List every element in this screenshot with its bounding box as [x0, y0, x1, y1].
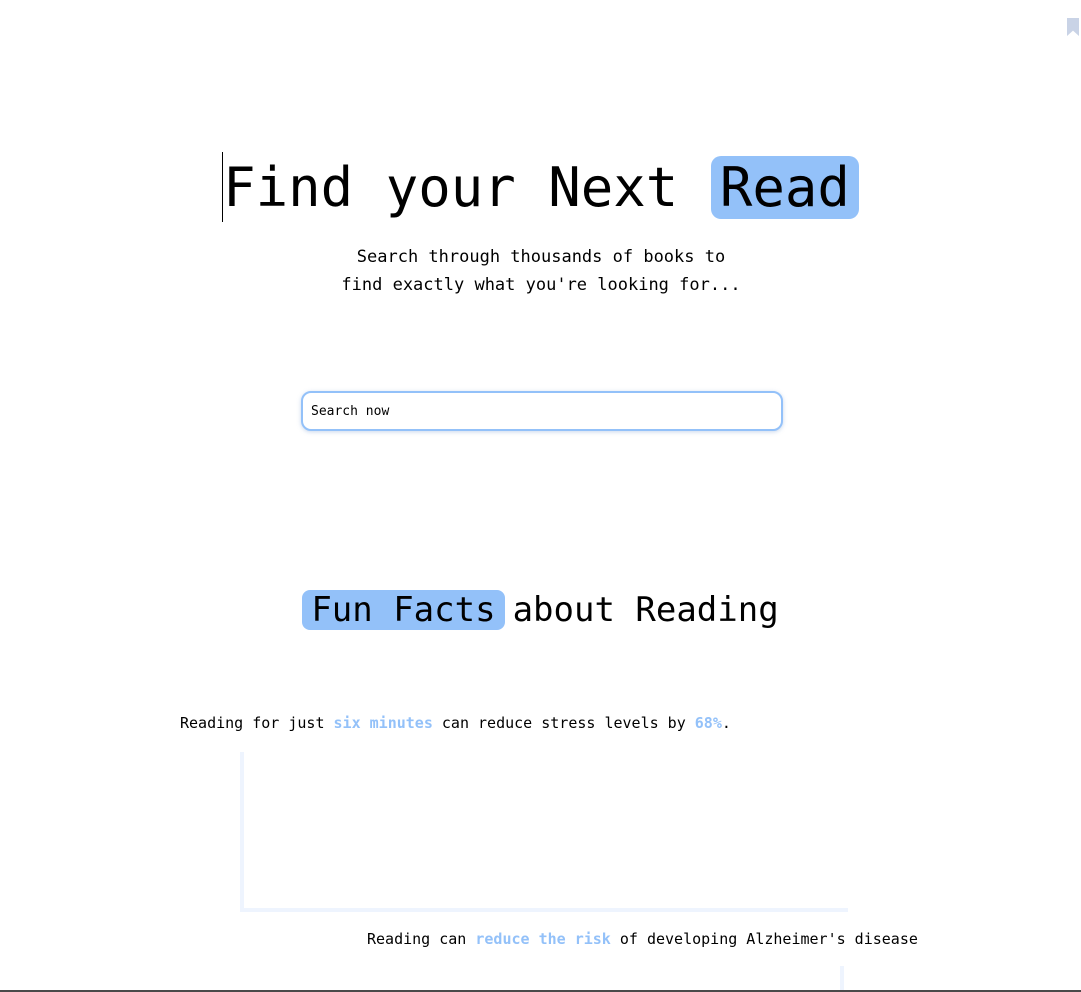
- fact-accent: six minutes: [333, 714, 433, 732]
- decorative-line: [840, 966, 844, 990]
- search-input[interactable]: [303, 393, 771, 429]
- fact-text: can reduce stress levels by: [432, 714, 695, 732]
- fact-item: Reading for just six minutes can reduce …: [180, 713, 731, 733]
- hero-title-text: Find your Next: [223, 156, 711, 219]
- fact-text: Reading for just: [180, 714, 334, 732]
- fact-accent: 68%: [694, 714, 722, 732]
- hero-title-highlight: Read: [710, 156, 859, 219]
- fact-text: .: [721, 714, 731, 732]
- page: Find your Next Read Search through thous…: [0, 0, 1081, 992]
- fact-accent: reduce the risk: [475, 930, 611, 948]
- facts-section-title: Fun Facts about Reading: [0, 588, 1081, 632]
- facts-title-rest: about Reading: [512, 590, 779, 630]
- hero-subtitle: Search through thousands of books to fin…: [341, 247, 741, 295]
- decorative-border: [240, 752, 848, 912]
- bookmark-icon[interactable]: [1067, 18, 1079, 36]
- hero-title: Find your Next Read: [0, 152, 1081, 224]
- facts-title-highlight: Fun Facts: [302, 590, 505, 630]
- fact-text: Reading can: [367, 930, 476, 948]
- search-box: [301, 391, 783, 431]
- fact-text: of developing Alzheimer's disease: [610, 930, 918, 948]
- fact-item: Reading can reduce the risk of developin…: [367, 929, 918, 949]
